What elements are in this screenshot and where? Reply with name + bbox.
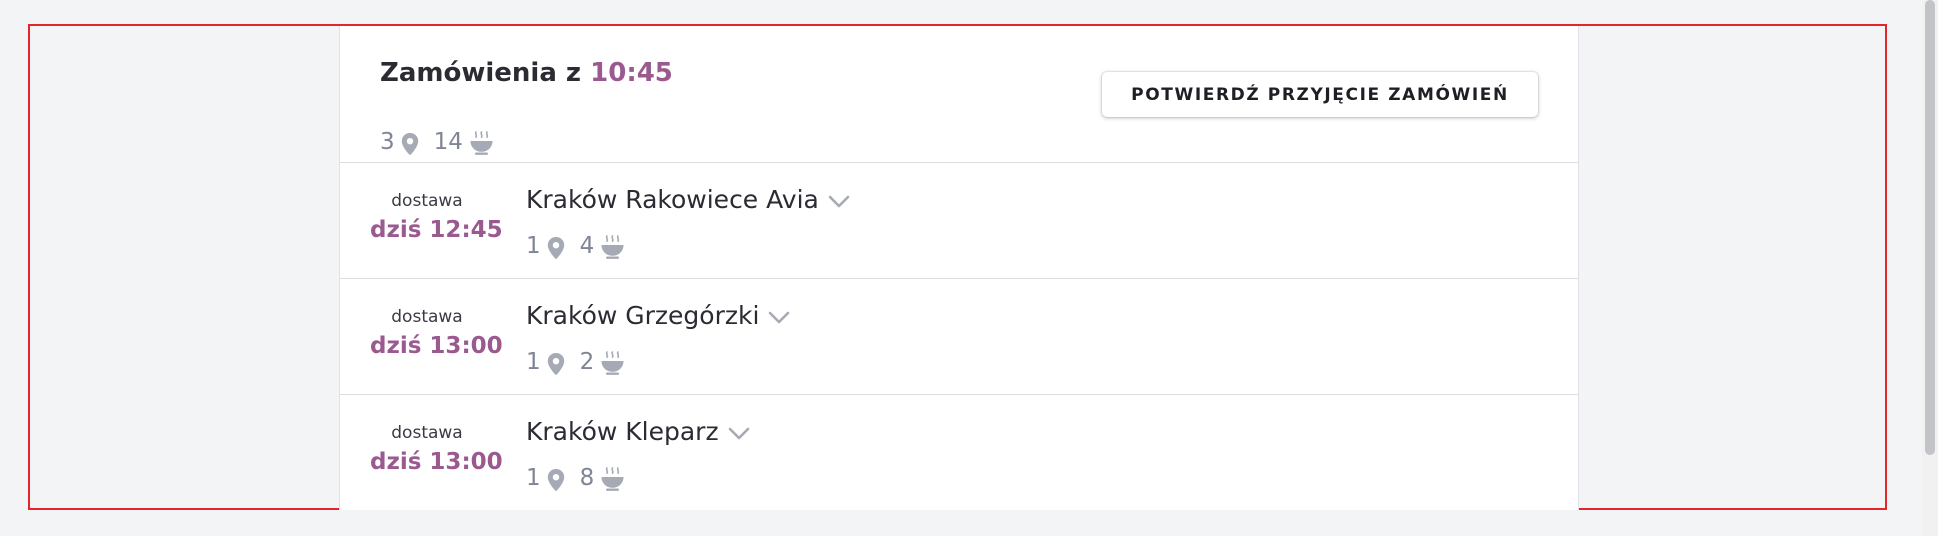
scrollbar-thumb[interactable] [1925, 0, 1935, 455]
locations-count: 3 [380, 129, 395, 155]
chevron-down-icon[interactable] [828, 195, 850, 209]
map-pin-icon [401, 133, 418, 155]
locations-count: 1 [526, 465, 541, 491]
orders-header: Zamówienia z 10:45 3 14 POTWIERDŹ PRZYJĘ… [340, 26, 1578, 163]
soup-bowl-icon [601, 467, 624, 491]
order-counts: 1 4 [526, 233, 625, 259]
location-dropdown[interactable]: Kraków Rakowiece Avia [526, 185, 850, 214]
delivery-label: dostawa [391, 423, 463, 443]
order-row: dostawa dziś 12:45 Kraków Rakowiece Avia… [340, 163, 1578, 279]
location-name: Kraków Rakowiece Avia [526, 185, 819, 214]
order-row: dostawa dziś 13:00 Kraków Kleparz 1 8 [340, 395, 1578, 511]
map-pin-icon [547, 237, 564, 259]
title-time: 10:45 [590, 58, 673, 88]
soup-bowl-icon [601, 351, 624, 375]
location-name: Kraków Kleparz [526, 417, 719, 446]
location-dropdown[interactable]: Kraków Kleparz [526, 417, 750, 446]
orders-panel: Zamówienia z 10:45 3 14 POTWIERDŹ PRZYJĘ… [339, 26, 1579, 510]
delivery-time: dziś 12:45 [370, 217, 503, 243]
chevron-down-icon[interactable] [768, 311, 790, 325]
delivery-time: dziś 13:00 [370, 449, 503, 475]
locations-count: 1 [526, 233, 541, 259]
order-row: dostawa dziś 13:00 Kraków Grzegórzki 1 2 [340, 279, 1578, 395]
page-title: Zamówienia z 10:45 [380, 58, 673, 88]
map-pin-icon [547, 469, 564, 491]
delivery-time: dziś 13:00 [370, 333, 503, 359]
meals-count: 14 [433, 129, 463, 155]
chevron-down-icon[interactable] [728, 427, 750, 441]
meals-count: 4 [579, 233, 595, 259]
meals-count: 8 [579, 465, 595, 491]
header-counts: 3 14 [380, 129, 494, 155]
confirm-orders-button[interactable]: POTWIERDŹ PRZYJĘCIE ZAMÓWIEŃ [1102, 72, 1538, 117]
title-prefix: Zamówienia z [380, 58, 582, 88]
meals-count: 2 [579, 349, 595, 375]
map-pin-icon [547, 353, 564, 375]
location-dropdown[interactable]: Kraków Grzegórzki [526, 301, 790, 330]
locations-count: 1 [526, 349, 541, 375]
soup-bowl-icon [470, 131, 493, 155]
order-counts: 1 8 [526, 465, 625, 491]
order-counts: 1 2 [526, 349, 625, 375]
delivery-label: dostawa [391, 307, 463, 327]
delivery-label: dostawa [391, 191, 463, 211]
location-name: Kraków Grzegórzki [526, 301, 760, 330]
page-scrollbar[interactable] [1922, 0, 1938, 536]
soup-bowl-icon [601, 235, 624, 259]
